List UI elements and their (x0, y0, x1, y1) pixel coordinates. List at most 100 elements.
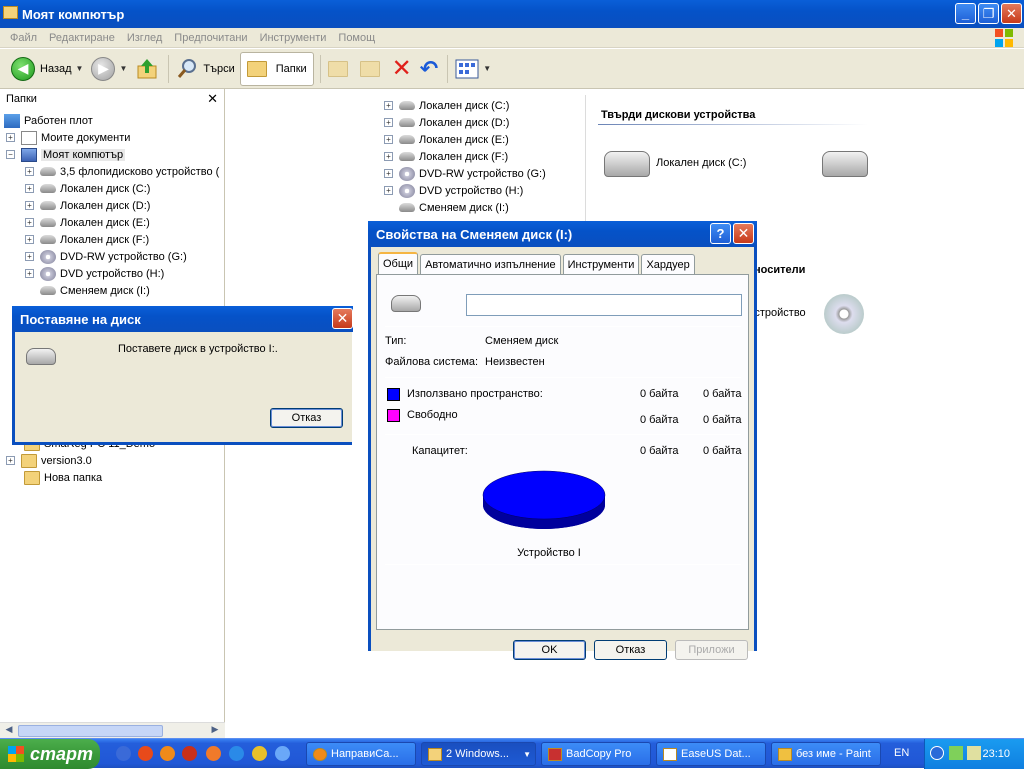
drive-name-input[interactable] (466, 294, 742, 316)
expand-icon[interactable]: + (384, 186, 393, 195)
expand-icon[interactable]: + (25, 167, 34, 176)
taskbar-item-easeus[interactable]: EaseUS Dat... (656, 742, 766, 766)
drive-icon[interactable] (822, 151, 868, 177)
menu-favorites[interactable]: Предпочитани (168, 32, 253, 44)
drive-c-label[interactable]: Локален диск (C:) (656, 157, 746, 169)
expand-icon[interactable]: + (384, 169, 393, 178)
tree-item-new-folder[interactable]: Нова папка (24, 469, 102, 486)
scroll-left-icon[interactable]: ◀ (2, 724, 16, 738)
content-tree-item[interactable]: + DVD устройство (H:) (384, 182, 523, 199)
scroll-right-icon[interactable]: ▶ (208, 724, 222, 738)
up-button[interactable] (132, 52, 162, 86)
minimize-button[interactable]: _ (955, 3, 976, 24)
menu-view[interactable]: Изглед (121, 32, 168, 44)
expand-icon[interactable]: + (25, 201, 34, 210)
menu-tools[interactable]: Инструменти (254, 32, 333, 44)
cancel-button[interactable]: Отказ (594, 640, 667, 660)
scrollbar-thumb[interactable] (18, 725, 163, 737)
tab-autoplay[interactable]: Автоматично изпълнение (420, 254, 561, 274)
content-tree-item[interactable]: + Локален диск (F:) (384, 148, 508, 165)
tree-item-drive-i[interactable]: Сменяем диск (I:) (40, 282, 150, 299)
quicklaunch-icon[interactable] (138, 746, 153, 761)
folders-button[interactable]: Папки (239, 51, 314, 86)
close-button[interactable]: ✕ (733, 223, 754, 244)
cd-drive-icon[interactable] (824, 294, 864, 334)
ie-icon[interactable] (229, 746, 244, 761)
apply-button[interactable]: Приложи (675, 640, 748, 660)
move-to-button[interactable] (325, 52, 355, 86)
start-button[interactable]: старт (0, 739, 100, 769)
opera-icon[interactable] (182, 746, 197, 761)
close-button[interactable]: ✕ (1001, 3, 1022, 24)
maximize-button[interactable]: ❐ (978, 3, 999, 24)
close-icon[interactable]: ✕ (207, 91, 218, 107)
tab-tools[interactable]: Инструменти (562, 254, 640, 274)
taskbar-item-browser[interactable]: НаправиСа... (306, 742, 416, 766)
quicklaunch-icon[interactable] (206, 746, 221, 761)
expand-icon[interactable]: + (384, 135, 393, 144)
expand-icon[interactable]: + (25, 218, 34, 227)
content-tree-item[interactable]: + DVD-RW устройство (G:) (384, 165, 546, 182)
undo-button[interactable]: ↶ (417, 52, 441, 86)
taskbar-item-paint[interactable]: без име - Paint (771, 742, 881, 766)
tray-icon[interactable] (967, 746, 981, 760)
tree-item-drive-g[interactable]: + DVD-RW устройство (G:) (25, 248, 187, 265)
expand-icon[interactable]: + (384, 152, 393, 161)
firefox-icon[interactable] (160, 746, 175, 761)
tree-item-desktop[interactable]: Работен плот (4, 112, 93, 129)
tray-icon[interactable] (949, 746, 963, 760)
content-tree-item[interactable]: + Локален диск (C:) (384, 97, 509, 114)
expand-icon[interactable]: + (384, 118, 393, 127)
expand-icon[interactable]: + (6, 456, 15, 465)
show-desktop-icon[interactable] (116, 746, 131, 761)
tray-expand-icon[interactable] (930, 746, 944, 760)
tree-item-drive-f[interactable]: + Локален диск (F:) (25, 231, 149, 248)
forward-button[interactable]: ▶ ▼ (88, 52, 130, 86)
delete-button[interactable]: ✕ (389, 52, 415, 86)
tree-item-drive-c[interactable]: + Локален диск (C:) (25, 180, 150, 197)
content-tree-item[interactable]: + Локален диск (D:) (384, 114, 509, 131)
tree-item-version3[interactable]: + version3.0 (6, 452, 92, 469)
tab-general[interactable]: Общи (378, 252, 419, 274)
back-button[interactable]: ◀ Назад ▼ (8, 52, 86, 86)
quicklaunch-icon[interactable] (252, 746, 267, 761)
language-indicator[interactable]: EN (894, 747, 909, 759)
horizontal-scrollbar[interactable]: ◀ ▶ (0, 722, 225, 738)
drive-icon (40, 235, 56, 244)
expand-icon[interactable]: + (25, 269, 34, 278)
search-button[interactable]: Търси (173, 52, 237, 86)
tree-item-my-computer[interactable]: − Моят компютър (6, 146, 126, 163)
tree-item-drive-e[interactable]: + Локален диск (E:) (25, 214, 150, 231)
menu-file[interactable]: Файл (4, 32, 43, 44)
help-button[interactable]: ? (710, 223, 731, 244)
tree-item-drive-h[interactable]: + DVD устройство (H:) (25, 265, 164, 282)
expand-icon[interactable]: + (25, 235, 34, 244)
menu-help[interactable]: Помощ (332, 32, 381, 44)
device-label[interactable]: устройство (749, 307, 806, 319)
insert-message: Поставете диск в устройство I:. (118, 343, 278, 355)
expand-icon[interactable]: + (384, 101, 393, 110)
content-tree-item[interactable]: + Локален диск (E:) (384, 131, 509, 148)
expand-icon[interactable]: + (25, 184, 34, 193)
taskbar-item-windows-group[interactable]: 2 Windows... ▼ (421, 742, 536, 766)
drive-icon[interactable] (604, 151, 650, 177)
copy-to-button[interactable] (357, 52, 387, 86)
tab-hardware[interactable]: Хардуер (641, 254, 695, 274)
tree-item-drive-d[interactable]: + Локален диск (D:) (25, 197, 150, 214)
tree-item-floppy[interactable]: +3,5 флопидисково устройство ( (25, 163, 219, 180)
close-button[interactable]: ✕ (332, 308, 353, 329)
content-tree-item[interactable]: Сменяем диск (I:) (399, 199, 509, 216)
insert-dialog-titlebar: Поставяне на диск ✕ (12, 306, 353, 332)
menu-edit[interactable]: Редактиране (43, 32, 121, 44)
quicklaunch-icon[interactable] (275, 746, 290, 761)
ok-button[interactable]: OK (513, 640, 586, 660)
tree-item-my-documents[interactable]: + Моите документи (6, 129, 130, 146)
expand-icon[interactable]: + (6, 133, 15, 142)
views-button[interactable]: ▼ (452, 52, 494, 86)
cancel-button[interactable]: Отказ (270, 408, 343, 428)
taskbar-item-badcopy[interactable]: BadCopy Pro (541, 742, 651, 766)
chevron-down-icon: ▼ (523, 749, 531, 759)
paint-icon (778, 748, 792, 761)
expand-icon[interactable]: + (25, 252, 34, 261)
collapse-icon[interactable]: − (6, 150, 15, 159)
